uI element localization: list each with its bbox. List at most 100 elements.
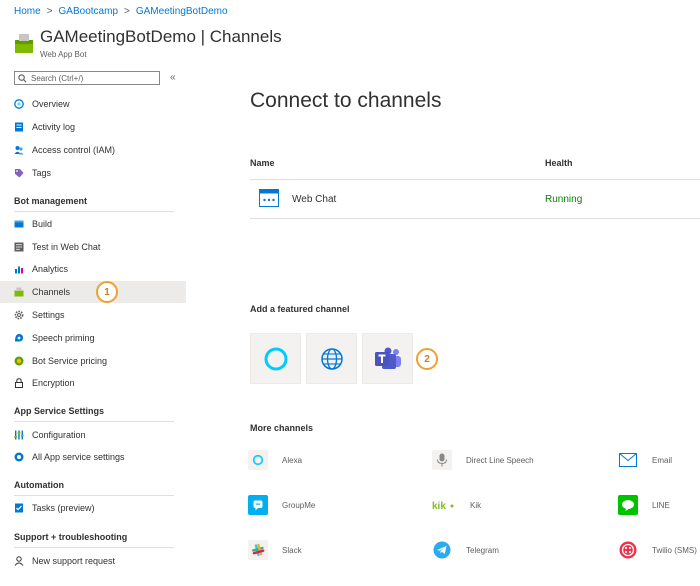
nav-item-bot-service-pricing[interactable]: Bot Service pricing xyxy=(0,350,186,372)
channel-groupme[interactable]: GroupMe xyxy=(248,494,315,516)
channel-label: LINE xyxy=(652,500,670,510)
channel-label: Direct Line Speech xyxy=(466,455,534,465)
page-title: GAMeetingBotDemo | Channels xyxy=(40,27,282,46)
app-service-icon xyxy=(14,452,24,462)
nav-item-speech-priming[interactable]: Speech priming xyxy=(0,327,186,349)
nav-item-label: Speech priming xyxy=(32,333,95,343)
nav-item-label: Activity log xyxy=(32,122,76,132)
nav-item-label: Configuration xyxy=(32,430,86,440)
svg-text:kik: kik xyxy=(432,501,446,511)
channel-line[interactable]: LINE xyxy=(618,494,670,516)
nav-item-overview[interactable]: Overview xyxy=(0,93,186,115)
nav-item-label: Bot Service pricing xyxy=(32,356,108,366)
breadcrumb-separator: > xyxy=(46,6,53,17)
nav-item-analytics[interactable]: Analytics xyxy=(0,258,186,280)
section-divider xyxy=(14,211,174,212)
featured-channel-teams[interactable] xyxy=(362,333,413,384)
test-chat-icon xyxy=(14,242,24,252)
breadcrumb-resource[interactable]: GAMeetingBotDemo xyxy=(136,6,228,17)
page-subtitle: Web App Bot xyxy=(40,50,87,59)
line-icon xyxy=(618,495,638,515)
nav-item-configuration[interactable]: Configuration xyxy=(0,424,186,446)
channel-health: Running xyxy=(545,194,583,205)
nav-item-label: Tasks (preview) xyxy=(32,503,95,513)
step-callout-2: 2 xyxy=(416,348,438,370)
channel-label: Email xyxy=(652,455,673,465)
column-header-health: Health xyxy=(545,158,573,168)
twilio-icon xyxy=(618,540,638,560)
nav-item-new-support-request[interactable]: New support request xyxy=(0,550,186,572)
envelope-icon xyxy=(618,450,638,470)
overview-icon xyxy=(14,99,24,109)
channel-label: GroupMe xyxy=(282,500,316,510)
nav-item-label: Analytics xyxy=(32,264,69,274)
nav-item-settings[interactable]: Settings xyxy=(0,304,186,326)
nav-item-label: New support request xyxy=(32,556,116,566)
channels-icon xyxy=(14,287,24,297)
search-input[interactable]: Search (Ctrl+/) xyxy=(14,71,160,85)
section-title-bot-management: Bot management xyxy=(14,196,88,206)
featured-channel-alexa[interactable] xyxy=(250,333,301,384)
nav-item-activity-log[interactable]: Activity log xyxy=(0,116,186,138)
nav-item-tags[interactable]: Tags xyxy=(0,162,186,184)
table-header-divider xyxy=(250,179,700,180)
activity-log-icon xyxy=(15,122,23,132)
more-channels-label: More channels xyxy=(250,423,314,433)
nav-item-tasks-preview[interactable]: Tasks (preview) xyxy=(0,497,186,519)
telegram-icon xyxy=(432,540,452,560)
alexa-icon xyxy=(264,347,287,370)
nav-item-test-web-chat[interactable]: Test in Web Chat xyxy=(0,236,186,258)
section-divider xyxy=(14,547,174,548)
web-chat-icon xyxy=(259,189,279,207)
nav-item-label: Build xyxy=(32,219,53,229)
configuration-icon xyxy=(14,430,24,440)
tasks-icon xyxy=(15,503,23,513)
table-row-divider xyxy=(250,218,700,219)
collapse-sidebar-button[interactable]: « xyxy=(170,72,176,83)
channel-alexa[interactable]: Alexa xyxy=(248,449,302,471)
nav-item-label: Access control (IAM) xyxy=(32,145,116,155)
lock-icon xyxy=(15,378,23,388)
nav-item-channels[interactable]: Channels xyxy=(0,281,186,303)
section-title-automation: Automation xyxy=(14,480,64,490)
main-title: Connect to channels xyxy=(250,89,442,112)
section-title-support: Support + troubleshooting xyxy=(14,532,128,542)
nav-item-access-control[interactable]: Access control (IAM) xyxy=(0,139,186,161)
nav-item-build[interactable]: Build xyxy=(0,213,186,235)
analytics-icon xyxy=(15,266,23,274)
nav-item-all-app-service-settings[interactable]: All App service settings xyxy=(0,446,186,468)
nav-item-encryption[interactable]: Encryption xyxy=(0,372,186,394)
column-header-name: Name xyxy=(250,158,275,168)
breadcrumb-resource-group[interactable]: GABootcamp xyxy=(59,6,118,17)
channel-label: Telegram xyxy=(466,545,499,555)
channel-telegram[interactable]: Telegram xyxy=(432,539,499,561)
people-icon xyxy=(14,146,24,155)
section-title-app-service-settings: App Service Settings xyxy=(14,406,105,416)
alexa-icon xyxy=(248,450,268,470)
search-placeholder: Search (Ctrl+/) xyxy=(31,73,84,83)
channel-direct-line-speech[interactable]: Direct Line Speech xyxy=(432,449,534,471)
featured-channels-label: Add a featured channel xyxy=(250,304,350,314)
channel-slack[interactable]: Slack xyxy=(248,539,302,561)
tag-icon xyxy=(15,169,24,178)
channel-kik[interactable]: kik Kik xyxy=(432,494,481,516)
nav-item-label: Encryption xyxy=(32,378,75,388)
featured-channel-web[interactable] xyxy=(306,333,357,384)
nav-item-label: Overview xyxy=(32,99,70,109)
table-row[interactable]: Web Chat Running xyxy=(250,182,700,218)
nav-item-label: Test in Web Chat xyxy=(32,242,101,252)
channel-email[interactable]: Email xyxy=(618,449,672,471)
build-icon xyxy=(14,220,24,228)
nav-item-label: All App service settings xyxy=(32,452,125,462)
bot-resource-icon xyxy=(15,34,33,53)
channel-label: Kik xyxy=(470,500,482,510)
groupme-icon xyxy=(248,495,268,515)
kik-icon: kik xyxy=(432,495,456,515)
section-divider xyxy=(14,495,174,496)
channel-twilio-sms[interactable]: Twilio (SMS) xyxy=(618,539,697,561)
breadcrumb-separator: > xyxy=(124,6,130,17)
channel-label: Twilio (SMS) xyxy=(652,545,697,555)
breadcrumb-home[interactable]: Home xyxy=(14,6,41,17)
microphone-icon xyxy=(432,450,452,470)
channel-label: Alexa xyxy=(282,455,303,465)
